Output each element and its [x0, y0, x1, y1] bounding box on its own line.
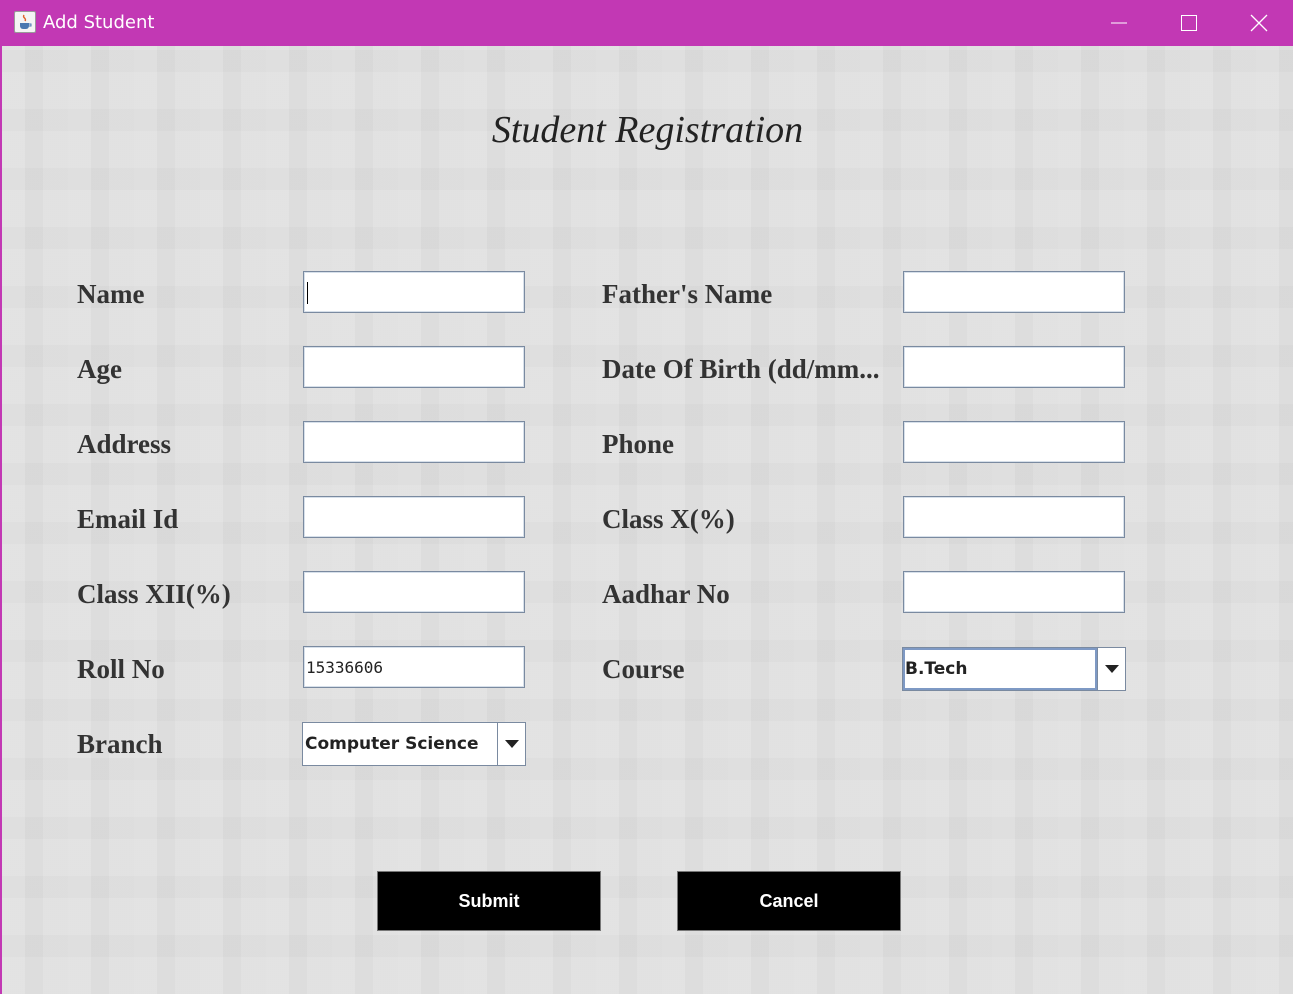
title-bar[interactable]: Add Student — [0, 0, 1293, 46]
email-field[interactable] — [303, 496, 525, 538]
phone-label: Phone — [602, 429, 675, 459]
class-xii-field[interactable] — [303, 571, 525, 613]
name-label: Name — [77, 279, 145, 309]
chevron-down-icon — [504, 740, 519, 748]
close-icon — [1250, 14, 1268, 32]
roll-no-label: Roll No — [77, 654, 165, 684]
branch-label: Branch — [77, 729, 163, 759]
phone-field[interactable] — [903, 421, 1125, 463]
dob-label: Date Of Birth (dd/mm... — [602, 354, 880, 384]
class-x-field[interactable] — [903, 496, 1125, 538]
branch-selected-value: Computer Science — [305, 734, 479, 754]
fathers-name-label: Father's Name — [602, 279, 773, 309]
fathers-name-field[interactable] — [903, 271, 1125, 313]
course-dropdown-button[interactable] — [1097, 648, 1125, 690]
window-title: Add Student — [43, 12, 155, 33]
aadhar-field[interactable] — [903, 571, 1125, 613]
age-label: Age — [77, 354, 122, 384]
course-selected-value: B.Tech — [905, 659, 968, 679]
minimize-icon — [1111, 22, 1127, 24]
branch-select[interactable]: Computer Science — [302, 722, 526, 766]
course-label: Course — [602, 654, 685, 684]
course-select[interactable]: B.Tech — [902, 647, 1126, 691]
name-field[interactable] — [303, 271, 525, 313]
cancel-button[interactable]: Cancel — [677, 871, 901, 931]
maximize-button[interactable] — [1159, 0, 1219, 46]
maximize-icon — [1181, 15, 1197, 31]
close-button[interactable] — [1229, 0, 1289, 46]
form-panel: Student Registration Name Age Address Em… — [2, 46, 1293, 994]
age-field[interactable] — [303, 346, 525, 388]
roll-no-field[interactable] — [303, 646, 525, 688]
form-heading: Student Registration — [491, 109, 804, 151]
address-field[interactable] — [303, 421, 525, 463]
java-cup-icon — [14, 11, 36, 33]
address-label: Address — [77, 429, 172, 459]
aadhar-label: Aadhar No — [602, 579, 730, 609]
dob-field[interactable] — [903, 346, 1125, 388]
email-label: Email Id — [77, 504, 179, 534]
branch-dropdown-button[interactable] — [497, 723, 525, 765]
text-caret — [307, 282, 308, 304]
submit-button[interactable]: Submit — [377, 871, 601, 931]
class-xii-label: Class XII(%) — [77, 579, 231, 609]
minimize-button[interactable] — [1089, 0, 1149, 46]
chevron-down-icon — [1104, 665, 1119, 673]
class-x-label: Class X(%) — [602, 504, 735, 534]
